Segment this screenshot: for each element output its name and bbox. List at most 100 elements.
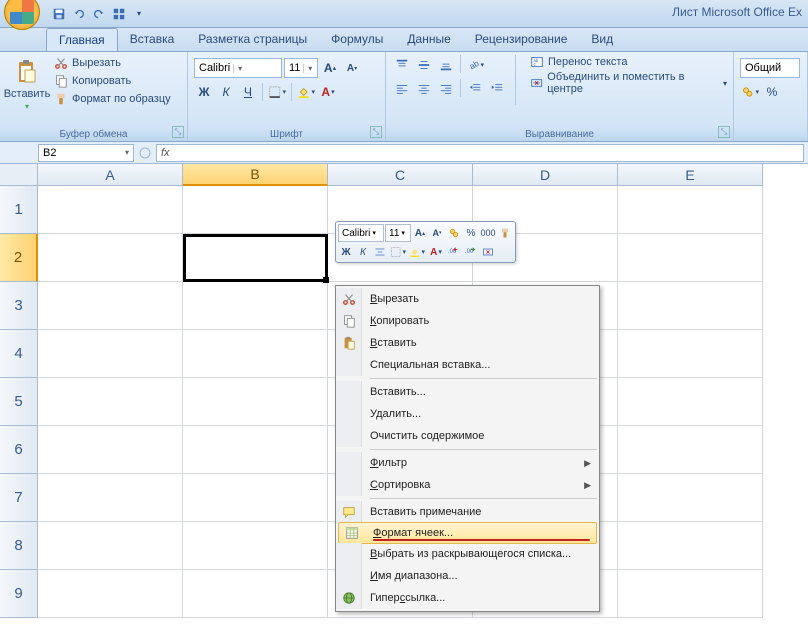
cell[interactable] — [618, 570, 763, 618]
cell[interactable] — [183, 282, 328, 330]
cm-insert-comment[interactable]: Вставить примечание — [336, 501, 599, 523]
orientation-button[interactable]: ab — [465, 55, 485, 75]
row-header-4[interactable]: 4 — [0, 330, 38, 378]
cell[interactable] — [38, 426, 183, 474]
mini-decrease-decimal[interactable]: .00 — [446, 244, 462, 260]
mini-font-combo[interactable]: Calibri▾ — [338, 224, 384, 242]
bold-button[interactable]: Ж — [194, 82, 214, 102]
row-header-5[interactable]: 5 — [0, 378, 38, 426]
cm-paste-special[interactable]: Специальная вставка... — [336, 354, 599, 376]
mini-grow-font[interactable]: A▴ — [412, 225, 428, 241]
alignment-dialog-launcher[interactable]: ⤡ — [718, 126, 730, 138]
font-name-combo[interactable]: Calibri▾ — [194, 58, 282, 78]
percent-button[interactable]: % — [762, 82, 782, 102]
align-bottom-button[interactable] — [436, 55, 456, 75]
row-header-7[interactable]: 7 — [0, 474, 38, 522]
mini-font-color[interactable]: A — [427, 244, 445, 260]
italic-button[interactable]: К — [216, 82, 236, 102]
cm-cut[interactable]: Вырезать — [336, 288, 599, 310]
cell[interactable] — [618, 474, 763, 522]
tab-insert[interactable]: Вставка — [118, 28, 187, 51]
cm-paste[interactable]: Вставить — [336, 332, 599, 354]
row-header-1[interactable]: 1 — [0, 186, 38, 234]
accounting-format-button[interactable] — [740, 82, 760, 102]
font-dialog-launcher[interactable]: ⤡ — [370, 126, 382, 138]
cell[interactable] — [618, 426, 763, 474]
cm-pick-from-list[interactable]: Выбрать из раскрывающегося списка... — [336, 543, 599, 565]
mini-comma[interactable]: 000 — [480, 225, 496, 241]
copy-button[interactable]: Копировать — [52, 73, 173, 89]
cell[interactable] — [618, 282, 763, 330]
qat-more-icon[interactable] — [110, 5, 128, 23]
increase-indent-button[interactable] — [487, 79, 507, 99]
qat-customize-icon[interactable]: ▾ — [130, 5, 148, 23]
cm-clear[interactable]: Очистить содержимое — [336, 425, 599, 447]
clipboard-dialog-launcher[interactable]: ⤡ — [172, 126, 184, 138]
align-top-button[interactable] — [392, 55, 412, 75]
cm-filter[interactable]: Фильтр▶ — [336, 452, 599, 474]
border-button[interactable] — [267, 82, 287, 102]
shrink-font-button[interactable]: A▾ — [342, 58, 362, 78]
cm-hyperlink[interactable]: Гиперссылка... — [336, 587, 599, 609]
mini-fill-color[interactable] — [408, 244, 426, 260]
grow-font-button[interactable]: A▴ — [320, 58, 340, 78]
cm-insert[interactable]: Вставить... — [336, 381, 599, 403]
cell[interactable] — [38, 474, 183, 522]
mini-shrink-font[interactable]: A▾ — [429, 225, 445, 241]
cm-sort[interactable]: Сортировка▶ — [336, 474, 599, 496]
mini-merge[interactable] — [480, 244, 496, 260]
decrease-indent-button[interactable] — [465, 79, 485, 99]
cell[interactable] — [183, 330, 328, 378]
cell[interactable] — [38, 570, 183, 618]
tab-home[interactable]: Главная — [46, 28, 118, 51]
mini-size-combo[interactable]: 11▾ — [385, 224, 411, 242]
row-header-2[interactable]: 2 — [0, 234, 38, 282]
cell[interactable] — [183, 378, 328, 426]
cm-name-range[interactable]: Имя диапазона... — [336, 565, 599, 587]
col-header-c[interactable]: C — [328, 164, 473, 186]
fx-expand-icon[interactable] — [139, 147, 151, 159]
cell[interactable] — [38, 378, 183, 426]
align-right-button[interactable] — [436, 79, 456, 99]
align-left-button[interactable] — [392, 79, 412, 99]
cell[interactable] — [38, 282, 183, 330]
number-format-combo[interactable]: Общий — [740, 58, 800, 78]
cell[interactable] — [38, 522, 183, 570]
mini-italic[interactable]: К — [355, 244, 371, 260]
mini-percent[interactable]: % — [463, 225, 479, 241]
align-center-button[interactable] — [414, 79, 434, 99]
redo-icon[interactable] — [90, 5, 108, 23]
cm-format-cells[interactable]: Формат ячеек... — [338, 522, 597, 544]
tab-review[interactable]: Рецензирование — [463, 28, 580, 51]
row-header-6[interactable]: 6 — [0, 426, 38, 474]
save-icon[interactable] — [50, 5, 68, 23]
row-header-3[interactable]: 3 — [0, 282, 38, 330]
cell[interactable] — [618, 330, 763, 378]
font-size-combo[interactable]: 11▾ — [284, 58, 318, 78]
undo-icon[interactable] — [70, 5, 88, 23]
office-button[interactable] — [4, 0, 40, 30]
cell[interactable] — [618, 186, 763, 234]
cell[interactable] — [38, 186, 183, 234]
tab-view[interactable]: Вид — [579, 28, 625, 51]
mini-border[interactable] — [389, 244, 407, 260]
cell[interactable] — [183, 570, 328, 618]
font-color-button[interactable]: A — [318, 82, 338, 102]
tab-formulas[interactable]: Формулы — [319, 28, 395, 51]
underline-button[interactable]: Ч — [238, 82, 258, 102]
select-all-corner[interactable] — [0, 164, 38, 186]
cell[interactable] — [618, 234, 763, 282]
tab-page-layout[interactable]: Разметка страницы — [186, 28, 319, 51]
cell[interactable] — [618, 378, 763, 426]
name-box[interactable]: B2▾ — [38, 144, 134, 162]
col-header-e[interactable]: E — [618, 164, 763, 186]
mini-format-painter[interactable] — [497, 225, 513, 241]
cell[interactable] — [183, 186, 328, 234]
row-header-9[interactable]: 9 — [0, 570, 38, 618]
cell[interactable] — [183, 522, 328, 570]
cell[interactable] — [618, 522, 763, 570]
cut-button[interactable]: Вырезать — [52, 55, 173, 71]
tab-data[interactable]: Данные — [395, 28, 462, 51]
align-middle-button[interactable] — [414, 55, 434, 75]
col-header-d[interactable]: D — [473, 164, 618, 186]
